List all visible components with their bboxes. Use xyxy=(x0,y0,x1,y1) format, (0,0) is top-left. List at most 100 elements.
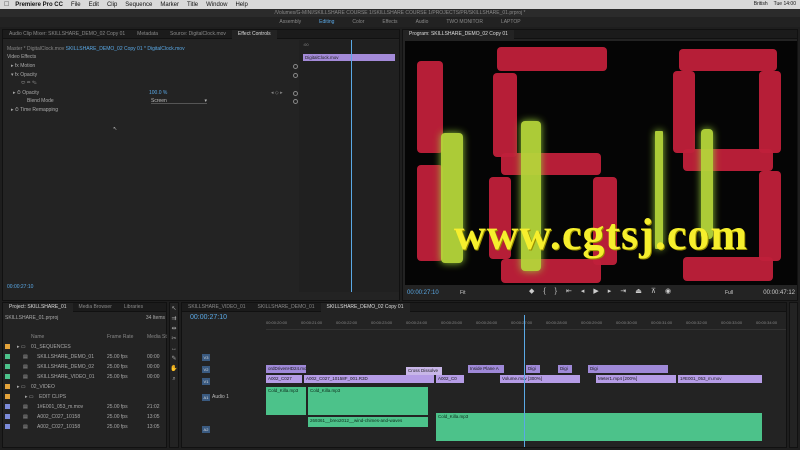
label-color-swatch[interactable] xyxy=(5,384,10,390)
effect-timeline[interactable]: :00 DigitalClock.mov xyxy=(299,40,399,292)
keyframe-nav[interactable]: ◂ ◇ ▸ xyxy=(271,90,283,97)
tab-program[interactable]: Program: SKILLSHARE_DEMO_02 Copy 01 xyxy=(403,29,514,39)
track-v3-target[interactable]: V3 xyxy=(202,354,210,361)
go-to-in-icon[interactable]: ⇤ xyxy=(566,287,572,295)
marker-icon[interactable]: ◆ xyxy=(529,287,534,295)
menu-help[interactable]: Help xyxy=(235,2,247,8)
timeline-clip[interactable]: A002_C0 xyxy=(436,375,464,383)
label-color-swatch[interactable] xyxy=(5,354,10,360)
track-v1-target[interactable]: V1 xyxy=(202,378,210,385)
audio-clip[interactable]: Cold_Killa.mp3 xyxy=(308,387,428,415)
reset-icon[interactable] xyxy=(293,73,298,78)
master-clip-label[interactable]: Master * DigitalClock.mov SKILLSHARE_DEM… xyxy=(7,46,185,53)
track-a1-target[interactable]: A1 xyxy=(202,394,210,401)
play-icon[interactable]: ▶ xyxy=(593,287,598,295)
reset-icon[interactable] xyxy=(293,64,298,69)
tab-sequence-demo-01[interactable]: SKILLSHARE_DEMO_01 xyxy=(252,303,321,312)
app-name[interactable]: Premiere Pro CC xyxy=(15,2,63,8)
timeline-ruler[interactable]: 00:00:20:00 00:00:21:00 00:00:22:00 00:00:2… xyxy=(266,318,786,330)
effect-timecode[interactable]: 00:00:27:10 xyxy=(7,284,33,290)
clock-label[interactable]: Tue 14:00 xyxy=(774,1,796,7)
project-folder-row[interactable]: ▸ ▭ 01_SEQUENCES xyxy=(5,343,165,352)
reset-icon[interactable] xyxy=(293,91,298,96)
timeline-clip[interactable]: ordDrivenHD24.mov xyxy=(266,365,306,373)
zoom-tool-icon[interactable]: ⌕ xyxy=(170,375,178,383)
selection-tool-icon[interactable]: ↖ xyxy=(170,305,178,313)
menu-title[interactable]: Title xyxy=(187,2,198,8)
timeline-clip[interactable]: Digi xyxy=(588,365,668,373)
ripple-edit-icon[interactable]: ⇹ xyxy=(170,325,178,333)
label-color-swatch[interactable] xyxy=(5,394,10,400)
track-v2-target[interactable]: V2 xyxy=(202,366,210,373)
transition-clip[interactable]: Cross Dissolve xyxy=(406,367,442,375)
timeline-timecode[interactable]: 00:00:27:10 xyxy=(190,314,227,321)
workspace-audio[interactable]: Audio xyxy=(407,17,438,27)
tab-metadata[interactable]: Metadata xyxy=(131,30,164,39)
go-to-out-icon[interactable]: ⇥ xyxy=(620,287,626,295)
disclosure-icon[interactable]: ▸ ⏱ xyxy=(11,107,20,113)
fx-opacity[interactable]: ▾ fx Opacity xyxy=(11,72,37,79)
timeline-clip[interactable]: Digi xyxy=(558,365,572,373)
menu-window[interactable]: Window xyxy=(206,2,227,8)
export-frame-icon[interactable]: ◉ xyxy=(665,287,671,295)
timeline-clip[interactable]: A002_C027 xyxy=(266,375,302,383)
workspace-laptop[interactable]: LAPTOP xyxy=(492,17,530,27)
project-item-row[interactable]: ▤ 1#E001_053_m.mov 25.00 fps 21:02 xyxy=(5,403,165,412)
pen-mask-icon[interactable]: ✎ xyxy=(32,80,37,86)
reset-icon[interactable] xyxy=(293,99,298,104)
ec-clip-bar[interactable]: DigitalClock.mov xyxy=(303,54,395,61)
header-name[interactable]: Name xyxy=(31,333,44,342)
step-back-icon[interactable]: ◂ xyxy=(581,287,585,295)
pen-tool-icon[interactable]: ✎ xyxy=(170,355,178,363)
track-header-a2[interactable]: A2 xyxy=(182,425,264,434)
project-folder-row[interactable]: ▸ ▭ EDIT CLIPS xyxy=(5,393,165,402)
menu-clip[interactable]: Clip xyxy=(107,2,117,8)
workspace-editing[interactable]: Editing xyxy=(310,17,343,27)
fx-motion[interactable]: ▸ fx Motion xyxy=(11,63,35,70)
slip-tool-icon[interactable]: ↔ xyxy=(170,345,178,353)
track-header-v1[interactable]: V1 xyxy=(182,377,264,386)
disclosure-open-icon[interactable]: ▾ fx xyxy=(11,72,20,78)
input-source-label[interactable]: British xyxy=(754,1,768,7)
tab-effect-controls[interactable]: Effect Controls xyxy=(231,29,277,39)
fx-time-remapping[interactable]: ▸ ⏱ Time Remapping xyxy=(11,107,58,114)
track-header-a1[interactable]: A1 Audio 1 xyxy=(182,393,264,402)
track-select-icon[interactable]: ⇉ xyxy=(170,315,178,323)
audio-clip[interactable]: Cold_Killa.mp3 xyxy=(436,413,762,441)
timeline-tracks[interactable]: ordDrivenHD24.mov Cross Dissolve Inside … xyxy=(266,333,780,447)
project-item-row[interactable]: ▤ A002_C027_10158 25.00 fps 13:05 xyxy=(5,423,165,432)
lift-icon[interactable]: ⏏ xyxy=(635,287,642,295)
workspace-two-monitor[interactable]: TWO MONITOR xyxy=(437,17,492,27)
label-color-swatch[interactable] xyxy=(5,344,10,350)
workspace-assembly[interactable]: Assembly xyxy=(270,17,310,27)
project-item-row[interactable]: ▤ SKILLSHARE_VIDEO_01 25.00 fps 00:00 xyxy=(5,373,165,382)
label-color-swatch[interactable] xyxy=(5,364,10,370)
menu-file[interactable]: File xyxy=(71,2,81,8)
blend-mode-dropdown[interactable]: Screen ▾ xyxy=(151,98,207,104)
workspace-color[interactable]: Color xyxy=(343,17,373,27)
program-video-frame[interactable]: www.cgtsj.com xyxy=(405,41,797,285)
audio-clip[interactable]: Cold_Killa.mp3 xyxy=(266,387,306,415)
apple-icon[interactable]:  xyxy=(4,1,9,8)
extract-icon[interactable]: ⊼ xyxy=(651,287,656,295)
timeline-clip[interactable]: Digi xyxy=(526,365,540,373)
label-color-swatch[interactable] xyxy=(5,374,10,380)
timeline-clip[interactable]: Inside Plane A xyxy=(468,365,504,373)
menu-marker[interactable]: Marker xyxy=(160,2,179,8)
stopwatch-icon[interactable]: ▸ ⏱ xyxy=(13,90,22,96)
disclosure-icon[interactable]: ▸ fx xyxy=(11,63,20,69)
audio-clip[interactable]: 269361__breo2012__wind-chimes-and-waves xyxy=(308,417,428,427)
tab-audio-clip-mixer[interactable]: Audio Clip Mixer: SKILLSHARE_DEMO_02 Cop… xyxy=(3,30,131,39)
header-frame-rate[interactable]: Frame Rate xyxy=(107,333,133,342)
timeline-clip[interactable]: 1#E001_053_m.mov xyxy=(678,375,762,383)
label-color-swatch[interactable] xyxy=(5,414,10,420)
out-point-icon[interactable]: } xyxy=(555,288,557,295)
project-folder-row[interactable]: ▸ ▭ 02_VIDEO xyxy=(5,383,165,392)
timeline-clip[interactable]: Volume.mov [300%] xyxy=(500,375,580,383)
razor-tool-icon[interactable]: ✂ xyxy=(170,335,178,343)
timeline-clip[interactable]: Meter1.mp4 [200%] xyxy=(596,375,676,383)
mask-tools[interactable]: ⬭ ▭ ✎ xyxy=(21,80,37,87)
menu-edit[interactable]: Edit xyxy=(89,2,99,8)
project-item-row[interactable]: ▤ SKILLSHARE_DEMO_01 25.00 fps 00:00 xyxy=(5,353,165,362)
label-color-swatch[interactable] xyxy=(5,404,10,410)
